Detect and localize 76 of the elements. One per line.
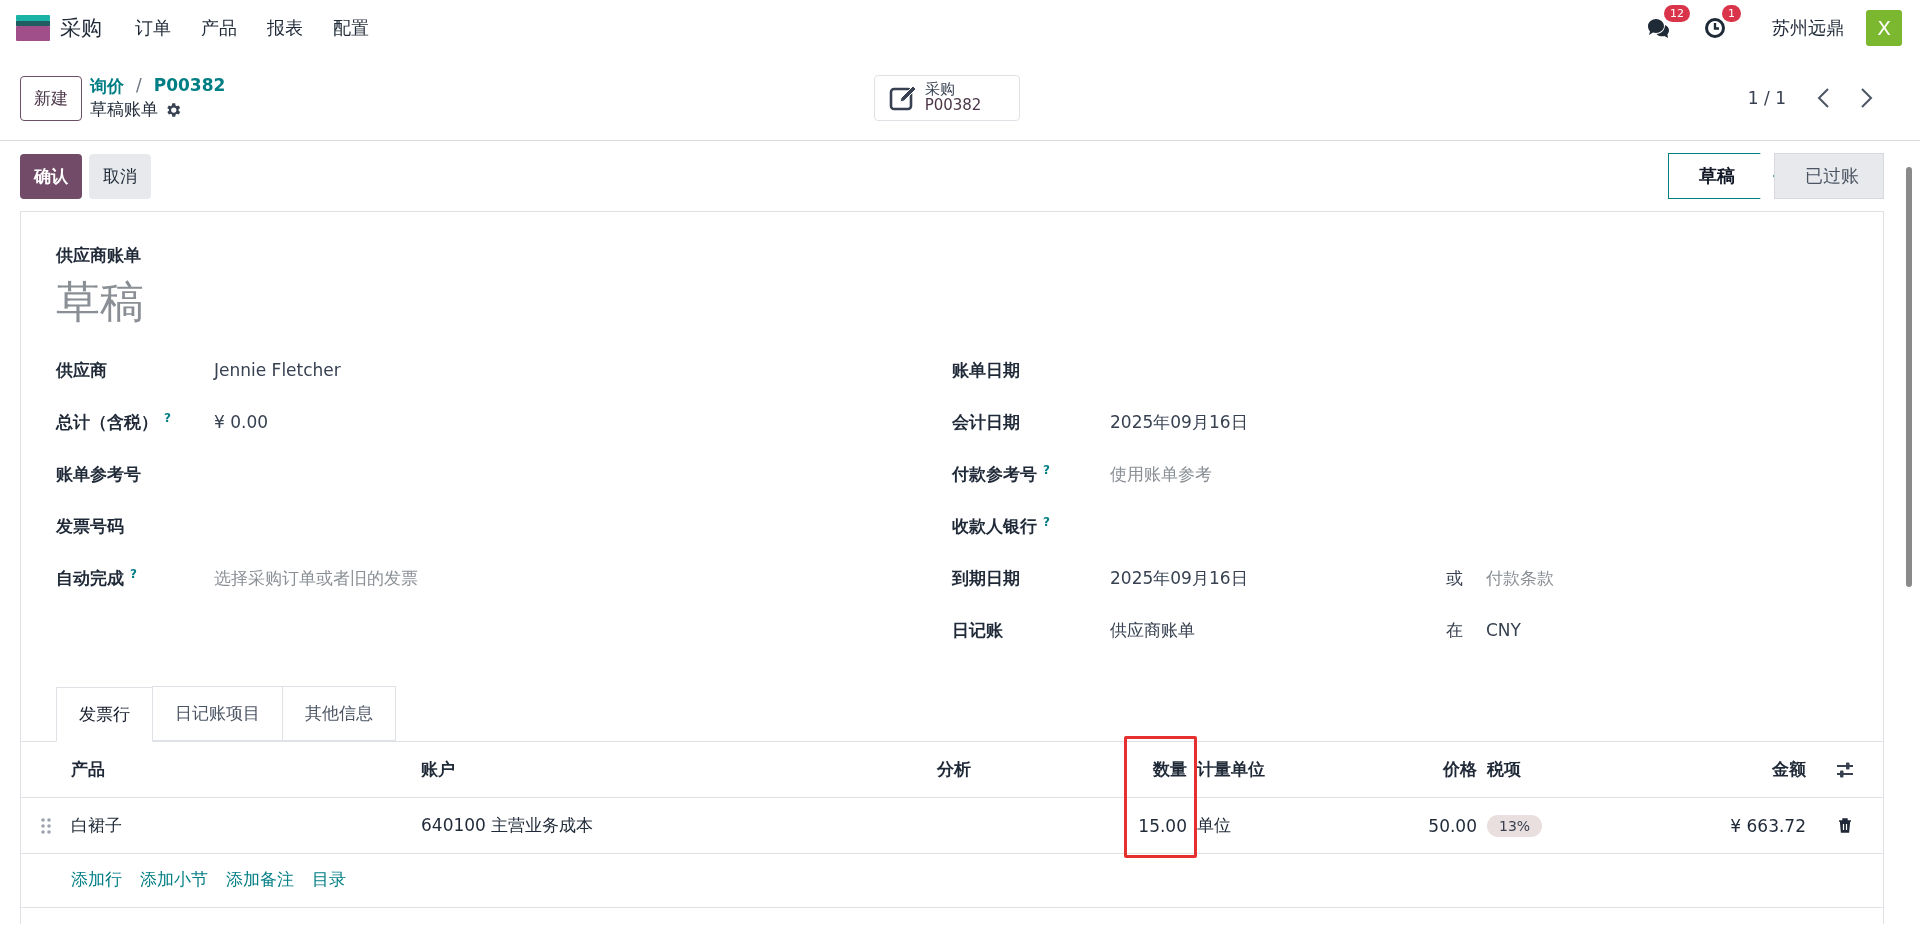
status-step[interactable]: 已过账 (1774, 153, 1884, 199)
field-label: 自动完成 (56, 566, 124, 590)
input-field[interactable]: 选择采购订单或者旧的发票 (214, 568, 514, 588)
help-tooltip[interactable]: ? (164, 410, 171, 425)
tab[interactable]: 其他信息 (282, 686, 396, 741)
field-label: 付款参考号 (952, 462, 1037, 486)
document-type-label: 供应商账单 (55, 244, 142, 267)
table-cell[interactable]: 白裙子 (71, 814, 122, 837)
drag-handle-icon[interactable] (40, 816, 52, 835)
column-header[interactable]: 税项 (1487, 758, 1521, 781)
breadcrumb-link[interactable]: 询价 (90, 75, 124, 98)
tab[interactable]: 日记账项目 (152, 686, 283, 741)
field-label: 在 (1446, 618, 1464, 642)
field-value[interactable]: Jennie Fletcher (214, 360, 341, 380)
menu-item[interactable]: 订单 (120, 16, 186, 40)
breadcrumb-link[interactable]: P00382 (153, 75, 226, 98)
field-label: 会计日期 (952, 410, 1020, 434)
chat-icon[interactable] (1646, 17, 1670, 39)
field-label: 到期日期 (952, 566, 1020, 590)
field-value[interactable]: ¥ 0.00 (214, 412, 269, 432)
menu-item[interactable]: 报表 (252, 16, 318, 40)
clock-icon[interactable] (1704, 17, 1726, 39)
menu-item[interactable]: 配置 (318, 16, 384, 40)
confirm-button[interactable]: 确认 (20, 153, 82, 199)
add-line-link[interactable]: 添加备注 (226, 868, 294, 891)
field-label: 总计（含税） (56, 410, 158, 434)
field-value[interactable]: 2025年09月16日 (1110, 566, 1248, 590)
column-header[interactable]: 价格 (1443, 758, 1477, 781)
add-line-link[interactable]: 添加行 (71, 868, 122, 891)
column-header[interactable]: 产品 (71, 758, 105, 781)
app-name[interactable]: 采购 (60, 14, 102, 42)
help-tooltip[interactable]: ? (1043, 462, 1050, 477)
activity-count-badge: 1 (1722, 5, 1741, 22)
field-value[interactable]: 供应商账单 (1110, 618, 1195, 642)
help-tooltip[interactable]: ? (130, 566, 137, 581)
table-cell[interactable]: 50.00 (1428, 815, 1477, 836)
table-cell[interactable]: ¥ 663.72 (1730, 815, 1806, 836)
add-line-link[interactable]: 添加小节 (140, 868, 208, 891)
app-logo-icon[interactable] (16, 15, 50, 41)
new-button[interactable]: 新建 (20, 75, 82, 121)
column-header[interactable]: 账户 (421, 758, 455, 781)
previous-icon[interactable] (1816, 87, 1832, 109)
tab[interactable]: 发票行 (56, 687, 153, 742)
input-field[interactable]: 使用账单参考 (1110, 464, 1410, 484)
trash-icon[interactable] (1836, 817, 1853, 834)
column-header[interactable]: 数量 (1153, 758, 1187, 781)
tax-tag[interactable]: 13% (1487, 814, 1543, 837)
help-tooltip[interactable]: ? (1043, 514, 1050, 529)
table-cell[interactable]: 15.00 (1138, 815, 1187, 836)
field-label: 日记账 (952, 618, 1003, 642)
column-header[interactable]: 计量单位 (1197, 758, 1265, 781)
input-field[interactable]: 付款条款 (1486, 568, 1786, 588)
document-name: 草稿 (55, 275, 145, 329)
breadcrumb-separator: / (136, 75, 142, 97)
field-label: 收款人银行 (952, 514, 1037, 538)
field-value[interactable]: 2025年09月16日 (1110, 410, 1248, 434)
status-step[interactable]: 草稿 (1668, 153, 1774, 199)
field-label: 发票号码 (56, 514, 124, 538)
field-label: 账单日期 (952, 358, 1020, 382)
menu-item[interactable]: 产品 (186, 16, 252, 40)
column-header[interactable]: 金额 (1772, 758, 1806, 781)
cancel-button[interactable]: 取消 (89, 153, 151, 199)
field-label: 账单参考号 (56, 462, 141, 486)
pager-counter[interactable]: 1 / 1 (1747, 88, 1786, 108)
company-switcher[interactable]: 苏州远鼎 (1772, 16, 1844, 40)
add-line-link[interactable]: 目录 (312, 868, 346, 891)
field-value[interactable]: CNY (1486, 620, 1521, 640)
next-icon[interactable] (1858, 87, 1874, 109)
purchase-smart-button[interactable]: 采购 P00382 (873, 75, 1021, 121)
message-count-badge: 12 (1664, 5, 1690, 22)
field-label: 供应商 (56, 358, 107, 382)
table-cell[interactable]: 单位 (1197, 814, 1231, 837)
column-header[interactable]: 分析 (937, 758, 971, 781)
table-cell[interactable]: 640100 主营业务成本 (421, 814, 594, 837)
field-label: 或 (1446, 566, 1464, 590)
record-title: 草稿账单 (90, 98, 158, 121)
